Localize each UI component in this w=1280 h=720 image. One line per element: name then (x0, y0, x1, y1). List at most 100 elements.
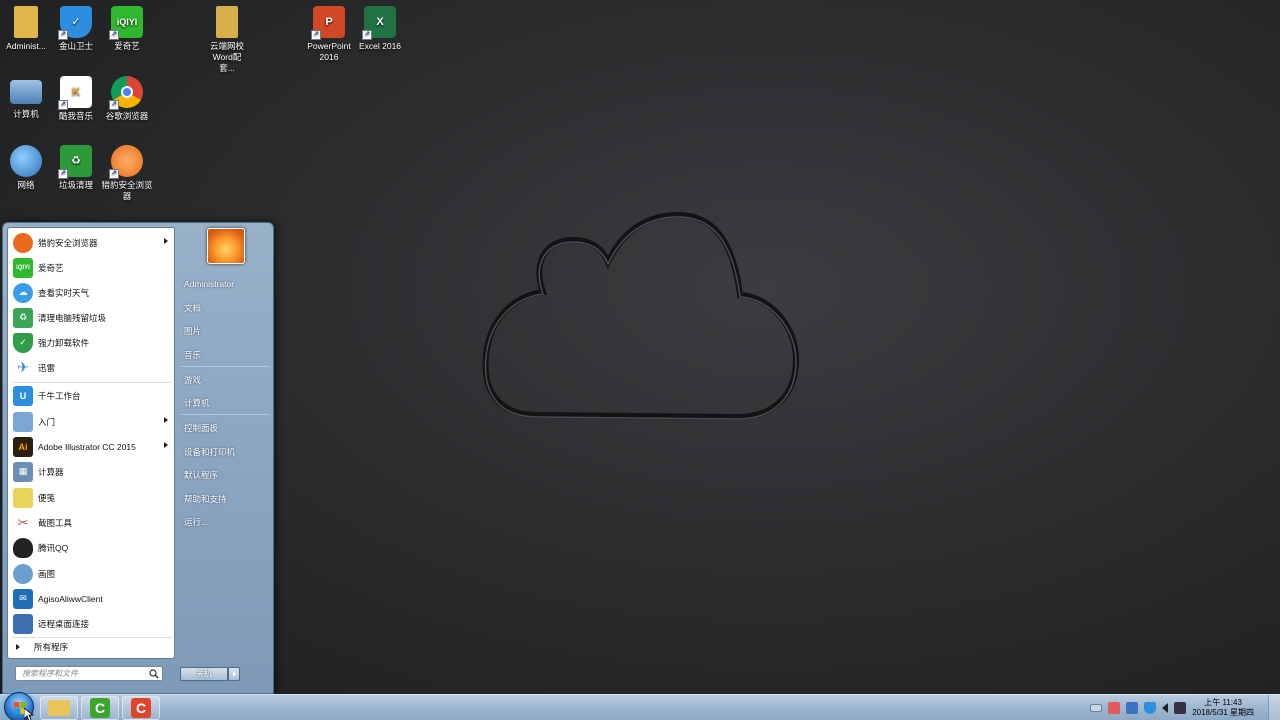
shortcut-arrow-icon: ↗ (362, 30, 372, 40)
cloud-wallpaper-graphic (478, 210, 804, 430)
right-item-help-support[interactable]: 帮助和支持 (184, 493, 227, 505)
right-item-music[interactable]: 音乐 (184, 349, 201, 361)
desktop-icon-yunduan-folder[interactable]: 云端网校 Word配套... (199, 2, 255, 74)
right-item-devices-printers[interactable]: 设备和打印机 (184, 446, 235, 458)
recycle-icon: ♻ (13, 307, 33, 328)
folder-icon (48, 700, 70, 716)
shutdown-options-button[interactable] (228, 667, 240, 681)
program-calculator[interactable]: ▦ 计算器 (10, 459, 174, 484)
desktop-icon-jinshan-weishi[interactable]: ✓ ↗ 金山卫士 (50, 2, 102, 52)
iqiyi-icon: iQIYI ↗ (109, 6, 143, 40)
agiso-icon: ✉ (13, 588, 33, 609)
desktop-icon-excel[interactable]: X ↗ Excel 2016 (354, 2, 406, 52)
calculator-icon: ▦ (13, 461, 33, 482)
desktop-icon-liebao[interactable]: ↗ 猎豹安全浏览器 (99, 141, 155, 202)
shortcut-arrow-icon: ↗ (58, 100, 68, 110)
right-item-default-programs[interactable]: 默认程序 (184, 469, 218, 481)
program-qianniu[interactable]: U 千牛工作台 (10, 383, 174, 408)
chrome-icon: ↗ (109, 76, 143, 110)
paint-icon (13, 563, 33, 584)
desktop-icon-administrator[interactable]: Administ... (0, 2, 52, 52)
trash-cleaner-icon: ♻ ↗ (58, 145, 92, 179)
program-iqiyi[interactable]: iQIYI 爱奇艺 (10, 255, 174, 280)
keyboard-icon[interactable] (1090, 704, 1103, 712)
right-item-computer[interactable]: 计算机 (184, 397, 210, 409)
desktop-icon-computer[interactable]: 计算机 (0, 72, 52, 120)
program-uninstaller[interactable]: ✓ 强力卸载软件 (10, 330, 174, 355)
program-snipping-tool[interactable]: ✂ 截图工具 (10, 510, 174, 535)
xunlei-icon: ✈ (13, 357, 33, 378)
program-liebao[interactable]: 猎豹安全浏览器 (10, 230, 174, 255)
submenu-arrow-icon (164, 417, 168, 423)
snipping-tool-icon: ✂ (13, 512, 33, 533)
mouse-cursor-icon (24, 708, 34, 720)
liebao-browser-icon (13, 232, 33, 253)
display-icon[interactable] (1174, 702, 1187, 714)
shortcut-arrow-icon: ↗ (58, 169, 68, 179)
excel-icon: X ↗ (362, 6, 396, 40)
program-xunlei[interactable]: ✈ 迅雷 (10, 355, 174, 380)
shortcut-arrow-icon: ↗ (109, 30, 119, 40)
right-item-pictures[interactable]: 图片 (184, 325, 201, 337)
right-item-administrator[interactable]: Administrator (184, 279, 234, 289)
shield-icon: ✓ ↗ (58, 6, 92, 40)
search-icon (149, 669, 159, 679)
powerpoint-icon: P ↗ (311, 6, 345, 40)
input-method-icon[interactable] (1108, 702, 1121, 714)
shortcut-arrow-icon: ↗ (58, 30, 68, 40)
desktop-icon-kuwo[interactable]: K ↗ 酷我音乐 (50, 72, 102, 122)
right-item-documents[interactable]: 文档 (184, 302, 201, 314)
program-agiso[interactable]: ✉ AgisoAliwwClient (10, 586, 174, 611)
program-weather[interactable]: ☁ 查看实时天气 (10, 280, 174, 305)
program-clean-junk[interactable]: ♻ 清理电脑残留垃圾 (10, 305, 174, 330)
liebao-browser-icon: ↗ (109, 145, 143, 179)
taskbar-camtasia-button[interactable]: C (81, 696, 119, 720)
desktop-icon-network[interactable]: 网络 (0, 141, 52, 191)
program-remote-desktop[interactable]: 远程桌面连接 (10, 611, 174, 636)
program-illustrator[interactable]: Ai Adobe Illustrator CC 2015 (10, 434, 174, 459)
network-icon (10, 145, 42, 177)
desktop-icon-trash-cleaner[interactable]: ♻ ↗ 垃圾清理 (50, 141, 102, 191)
folder-user-icon (14, 6, 38, 38)
illustrator-icon: Ai (13, 436, 33, 457)
system-tray: 上午 11:43 2018/5/31 星期四 (1090, 695, 1280, 720)
security-shield-icon[interactable] (1144, 702, 1157, 714)
start-menu: 猎豹安全浏览器 iQIYI 爱奇艺 ☁ 查看实时天气 ♻ 清理电脑残留垃圾 ✓ … (2, 222, 274, 694)
program-sticky-notes[interactable]: 便笺 (10, 485, 174, 510)
desktop-icon-iqiyi[interactable]: iQIYI ↗ 爱奇艺 (101, 2, 153, 52)
shortcut-arrow-icon: ↗ (109, 100, 119, 110)
all-programs-button[interactable]: 所有程序 (16, 641, 68, 653)
uninstall-shield-icon: ✓ (13, 332, 33, 353)
program-paint[interactable]: 画图 (10, 561, 174, 586)
camtasia-icon: C (90, 698, 110, 718)
getting-started-icon (13, 411, 33, 432)
submenu-arrow-icon (164, 238, 168, 244)
kuwo-music-icon: K ↗ (58, 76, 92, 110)
shutdown-button[interactable]: 关机 (180, 667, 228, 681)
right-item-control-panel[interactable]: 控制面板 (184, 422, 218, 434)
desktop-icon-powerpoint[interactable]: P ↗ PowerPoint 2016 (303, 2, 355, 63)
volume-icon[interactable] (1162, 703, 1169, 713)
shortcut-arrow-icon: ↗ (311, 30, 321, 40)
program-qq[interactable]: 腾讯QQ (10, 535, 174, 560)
program-getting-started[interactable]: 入门 (10, 409, 174, 434)
shortcut-arrow-icon: ↗ (109, 169, 119, 179)
desktop-icon-chrome[interactable]: ↗ 谷歌浏览器 (101, 72, 153, 122)
computer-icon (10, 80, 42, 104)
start-search-input[interactable]: 搜索程序和文件 (15, 666, 163, 681)
clock[interactable]: 上午 11:43 2018/5/31 星期四 (1192, 698, 1254, 718)
right-separator (181, 414, 269, 415)
show-desktop-button[interactable] (1268, 695, 1280, 720)
network-tray-icon[interactable] (1126, 702, 1139, 714)
right-item-games[interactable]: 游戏 (184, 374, 201, 386)
user-avatar[interactable] (207, 228, 245, 264)
taskbar-recorder-button[interactable]: C (122, 696, 160, 720)
taskbar-explorer-button[interactable] (40, 696, 78, 720)
weather-icon: ☁ (13, 282, 33, 303)
expand-arrow-icon (16, 644, 20, 650)
right-separator (181, 366, 269, 367)
iqiyi-icon: iQIYI (13, 257, 33, 278)
folder-icon (216, 6, 238, 38)
right-item-run[interactable]: 运行... (184, 516, 208, 528)
sticky-notes-icon (13, 487, 33, 508)
